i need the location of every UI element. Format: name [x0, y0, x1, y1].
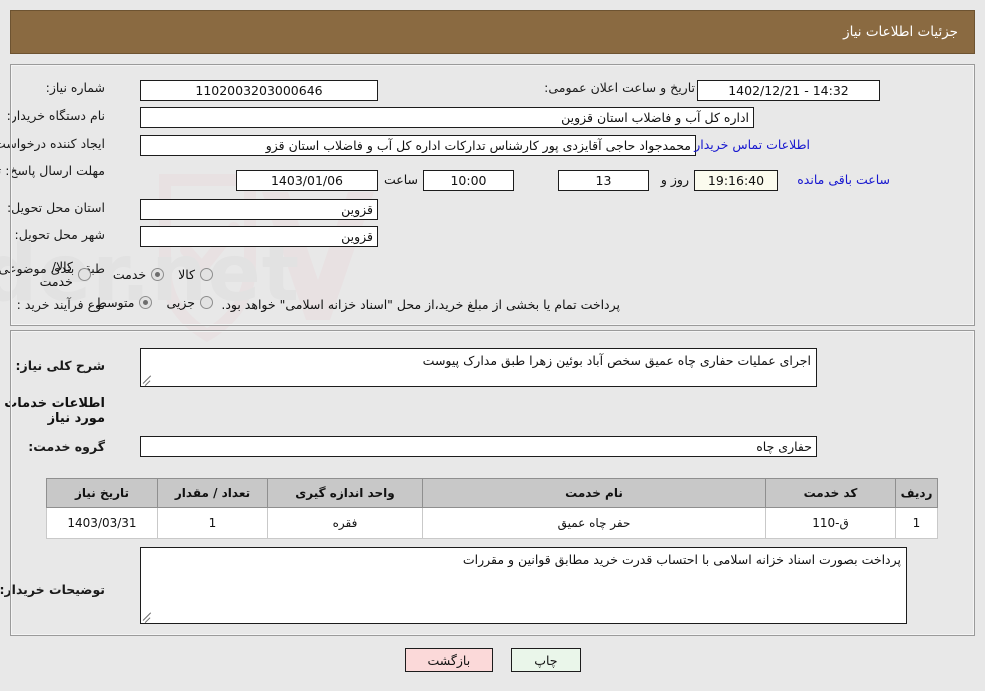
radio-icon[interactable]: [200, 296, 213, 309]
radio-icon[interactable]: [77, 267, 91, 281]
announce-datetime-label-row: تاریخ و ساعت اعلان عمومی:: [544, 80, 695, 95]
resize-grip-icon: [142, 373, 155, 386]
buyer-notes-textarea[interactable]: پرداخت بصورت اسناد خزانه اسلامی با احتسا…: [140, 547, 907, 624]
page-header: جزئیات اطلاعات نیاز: [10, 10, 975, 54]
process-option-label: جزیی: [166, 295, 195, 310]
process-option-motevaset[interactable]: متوسط: [95, 295, 153, 310]
deadline-hour-label: ساعت: [383, 172, 418, 187]
delivery-city-value: قزوین: [140, 226, 378, 247]
description-value: اجرای عملیات حفاری چاه عمیق سخص آباد بوئ…: [422, 353, 811, 368]
category-option-label: خدمت: [112, 266, 147, 282]
radio-icon[interactable]: [139, 296, 153, 309]
category-option-kala[interactable]: کالا: [178, 267, 213, 282]
radio-icon[interactable]: [151, 267, 165, 281]
process-option-jozei[interactable]: جزیی: [166, 295, 213, 310]
buyer-org-value: اداره کل آب و فاضلاب استان قزوین: [140, 107, 754, 128]
payment-note: پرداخت تمام یا بخشی از مبلغ خرید،از محل …: [221, 297, 620, 312]
process-option-label: متوسط: [95, 295, 135, 310]
deadline-date-value: 1403/01/06: [236, 170, 378, 191]
service-group-value: حفاری چاه: [140, 436, 817, 457]
announce-datetime-value: 14:32 - 1402/12/21: [697, 80, 880, 101]
need-number-value: 1102003203000646: [140, 80, 378, 101]
delivery-province-value: قزوین: [140, 199, 378, 220]
deadline-hour-value: 10:00: [423, 170, 514, 191]
print-button[interactable]: چاپ: [511, 648, 581, 672]
countdown-label: ساعت باقی مانده: [797, 172, 890, 187]
action-buttons: چاپ بازگشت: [0, 648, 985, 672]
requester-value: محمدجواد حاجی آقایزدی پور کارشناس تدارکا…: [140, 135, 696, 156]
category-option-label: کالا: [178, 266, 195, 282]
remaining-days-label: روز و: [660, 172, 689, 187]
radio-icon[interactable]: [200, 267, 213, 281]
category-option-khedmat[interactable]: خدمت: [112, 266, 165, 282]
buyer-contact-link[interactable]: اطلاعات تماس خریدار: [694, 137, 810, 152]
remaining-days-value: 13: [558, 170, 649, 191]
countdown-value: 19:16:40: [694, 170, 778, 191]
process-radio-group: جزیی متوسط: [73, 295, 213, 310]
description-textarea[interactable]: اجرای عملیات حفاری چاه عمیق سخص آباد بوئ…: [140, 348, 817, 387]
announce-datetime-label: تاریخ و ساعت اعلان عمومی:: [544, 80, 695, 95]
category-option-label: کالا/خدمت: [39, 259, 73, 289]
buyer-notes-value: پرداخت بصورت اسناد خزانه اسلامی با احتسا…: [462, 552, 901, 567]
back-button[interactable]: بازگشت: [404, 648, 494, 672]
category-option-kala-khedmat[interactable]: کالا/خدمت: [22, 259, 91, 289]
resize-grip-icon: [142, 610, 155, 623]
page-title: جزئیات اطلاعات نیاز: [843, 24, 958, 40]
page-root: AriaTender.net جزئیات اطلاعات نیاز شماره…: [0, 0, 985, 691]
category-radio-group: کالا خدمت کالا/خدمت: [0, 259, 213, 289]
